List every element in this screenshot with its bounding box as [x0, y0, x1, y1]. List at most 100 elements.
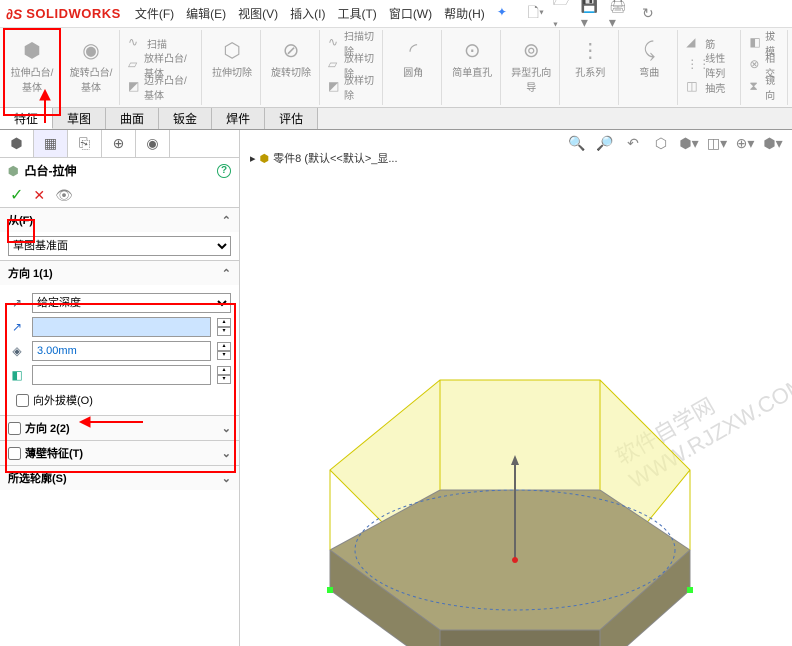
revolve-label: 旋转凸台/基体 — [67, 64, 115, 94]
zoom-area-button[interactable]: 🔎 — [594, 132, 616, 154]
feature-tree-tab[interactable]: ⬢ — [0, 130, 34, 157]
edit-appearance-button[interactable]: ⬢▾ — [762, 132, 784, 154]
view-toolbar: 🔍 🔎 ↶ ⬡ ⬢▾ ◫▾ ⊕▾ ⬢▾ — [566, 132, 784, 154]
menu-search-icon[interactable]: ✦ — [497, 5, 507, 22]
bend-icon: ⤹ — [635, 36, 663, 64]
direction2-checkbox[interactable] — [8, 422, 21, 435]
quick-access-toolbar: 🗋▾ 🗁▾ 💾▾ 🖨▾ ↻ — [525, 3, 659, 25]
depth-field[interactable] — [32, 341, 211, 361]
shell-icon: ◫ — [686, 79, 702, 95]
tab-sketch[interactable]: 草图 — [53, 108, 106, 129]
direction1-header[interactable]: 方向 1(1) ⌃ — [0, 261, 239, 285]
reverse-direction-button[interactable]: ↗ — [8, 296, 26, 310]
menu-help[interactable]: 帮助(H) — [444, 5, 485, 22]
display-tab[interactable]: ◉ — [136, 130, 170, 157]
collapse-icon: ⌃ — [222, 267, 231, 280]
property-tab[interactable]: ▦ — [34, 130, 68, 157]
simple-hole-button[interactable]: ⊙简单直孔 — [448, 32, 496, 103]
tab-weldment[interactable]: 焊件 — [212, 108, 265, 129]
hole-series-button[interactable]: ⋮孔系列 — [566, 32, 614, 103]
help-button[interactable]: ? — [217, 164, 231, 178]
thin-header[interactable]: 薄壁特征(T) ⌄ — [0, 441, 239, 465]
tab-surface[interactable]: 曲面 — [106, 108, 159, 129]
boundary-icon: ◩ — [128, 79, 141, 95]
extrude-boss-button[interactable]: ⬢ 拉伸凸台/基体 — [8, 32, 56, 103]
end-condition-dropdown[interactable]: 给定深度 — [32, 293, 231, 313]
rebuild-button[interactable]: ↻ — [637, 3, 659, 25]
menu-file[interactable]: 文件(F) — [135, 5, 174, 22]
direction2-label: 方向 2(2) — [25, 420, 70, 436]
config-tab[interactable]: ⎘ — [68, 130, 102, 157]
spin-down[interactable]: ▾ — [217, 375, 231, 384]
display-style-button[interactable]: ◫▾ — [706, 132, 728, 154]
draft-toggle-icon[interactable]: ◧ — [8, 368, 26, 382]
direction-field[interactable] — [32, 317, 211, 337]
menu-edit[interactable]: 编辑(E) — [186, 5, 226, 22]
from-header[interactable]: 从(F) ⌃ — [0, 208, 239, 232]
menu-view[interactable]: 视图(V) — [238, 5, 278, 22]
ok-button[interactable]: ✓ — [10, 185, 23, 205]
spin-down[interactable]: ▾ — [217, 327, 231, 336]
thin-checkbox[interactable] — [8, 447, 21, 460]
linear-pattern-button[interactable]: ⋮⋮线性阵列 — [684, 54, 736, 76]
breadcrumb: ▸ ⬢ 零件8 (默认<<默认>_显... — [250, 150, 398, 166]
contours-header[interactable]: 所选轮廓(S) ⌄ — [0, 466, 239, 490]
expand-icon: ⌄ — [222, 447, 231, 460]
spin-down[interactable]: ▾ — [217, 351, 231, 360]
model-preview — [280, 330, 720, 646]
menu-insert[interactable]: 插入(I) — [290, 5, 325, 22]
new-button[interactable]: 🗋▾ — [525, 3, 547, 25]
boundary-cut-icon: ◩ — [328, 79, 341, 95]
view-orientation-button[interactable]: ⬢▾ — [678, 132, 700, 154]
open-button[interactable]: 🗁▾ — [553, 3, 575, 25]
bend-button[interactable]: ⤹弯曲 — [625, 32, 673, 103]
preview-button[interactable]: 👁 — [55, 187, 73, 204]
command-tabs: 特征 草图 曲面 钣金 焊件 评估 — [0, 108, 792, 130]
part-name[interactable]: 零件8 (默认<<默认>_显... — [273, 150, 397, 166]
zoom-fit-button[interactable]: 🔍 — [566, 132, 588, 154]
expand-icon[interactable]: ▸ — [250, 152, 256, 165]
menu-tools[interactable]: 工具(T) — [337, 5, 376, 22]
shell-button[interactable]: ◫抽壳 — [684, 76, 736, 98]
spin-up[interactable]: ▴ — [217, 342, 231, 351]
from-section: 从(F) ⌃ 草图基准面 — [0, 207, 239, 260]
spin-up[interactable]: ▴ — [217, 366, 231, 375]
intersect-icon: ⊗ — [749, 57, 762, 73]
from-dropdown[interactable]: 草图基准面 — [8, 236, 231, 256]
revolve-boss-button[interactable]: ◉ 旋转凸台/基体 — [67, 32, 115, 103]
outward-draft-checkbox[interactable] — [16, 394, 29, 407]
fillet-button[interactable]: ◜圆角 — [389, 32, 437, 103]
save-button[interactable]: 💾▾ — [581, 3, 603, 25]
revolve-cut-label: 旋转切除 — [271, 64, 311, 79]
thin-section: 薄壁特征(T) ⌄ — [0, 440, 239, 465]
prev-view-button[interactable]: ↶ — [622, 132, 644, 154]
wizard-hole-button[interactable]: ⊚异型孔向导 — [507, 32, 555, 103]
tab-sheetmetal[interactable]: 钣金 — [159, 108, 212, 129]
tab-feature[interactable]: 特征 — [0, 108, 53, 129]
spin-up[interactable]: ▴ — [217, 318, 231, 327]
mirror-button[interactable]: ⧗镜向 — [747, 76, 783, 98]
draft-field[interactable] — [32, 365, 211, 385]
direction-icon[interactable]: ↗ — [8, 320, 26, 334]
boundary-cut-button[interactable]: ◩放样切除 — [326, 76, 378, 98]
dimxpert-tab[interactable]: ⊕ — [102, 130, 136, 157]
ribbon-toolbar: ⬢ 拉伸凸台/基体 ◉ 旋转凸台/基体 ∿扫描 ▱放样凸台/基体 ◩边界凸台/基… — [0, 28, 792, 108]
tab-evaluate[interactable]: 评估 — [265, 108, 318, 129]
section-view-button[interactable]: ⬡ — [650, 132, 672, 154]
property-title: 凸台-拉伸 — [24, 162, 76, 179]
hide-show-button[interactable]: ⊕▾ — [734, 132, 756, 154]
boundary-button[interactable]: ◩边界凸台/基体 — [126, 76, 197, 98]
boss-extrude-icon: ⬢ — [8, 164, 18, 178]
direction2-header[interactable]: 方向 2(2) ⌄ — [0, 416, 239, 440]
revolve-cut-button[interactable]: ⊘ 旋转切除 — [267, 32, 315, 103]
contours-label: 所选轮廓(S) — [8, 470, 67, 486]
extrude-cut-icon: ⬡ — [218, 36, 246, 64]
print-button[interactable]: 🖨▾ — [609, 3, 631, 25]
cancel-button[interactable]: ✕ — [33, 187, 45, 204]
extrude-cut-button[interactable]: ⬡ 拉伸切除 — [208, 32, 256, 103]
sweep-cut-icon: ∿ — [328, 35, 341, 51]
revolve-icon: ◉ — [77, 36, 105, 64]
menu-window[interactable]: 窗口(W) — [389, 5, 432, 22]
solidworks-logo-icon: ∂S — [6, 6, 22, 22]
graphics-viewport[interactable]: 🔍 🔎 ↶ ⬡ ⬢▾ ◫▾ ⊕▾ ⬢▾ ▸ ⬢ 零件8 (默认<<默认>_显..… — [240, 130, 792, 646]
